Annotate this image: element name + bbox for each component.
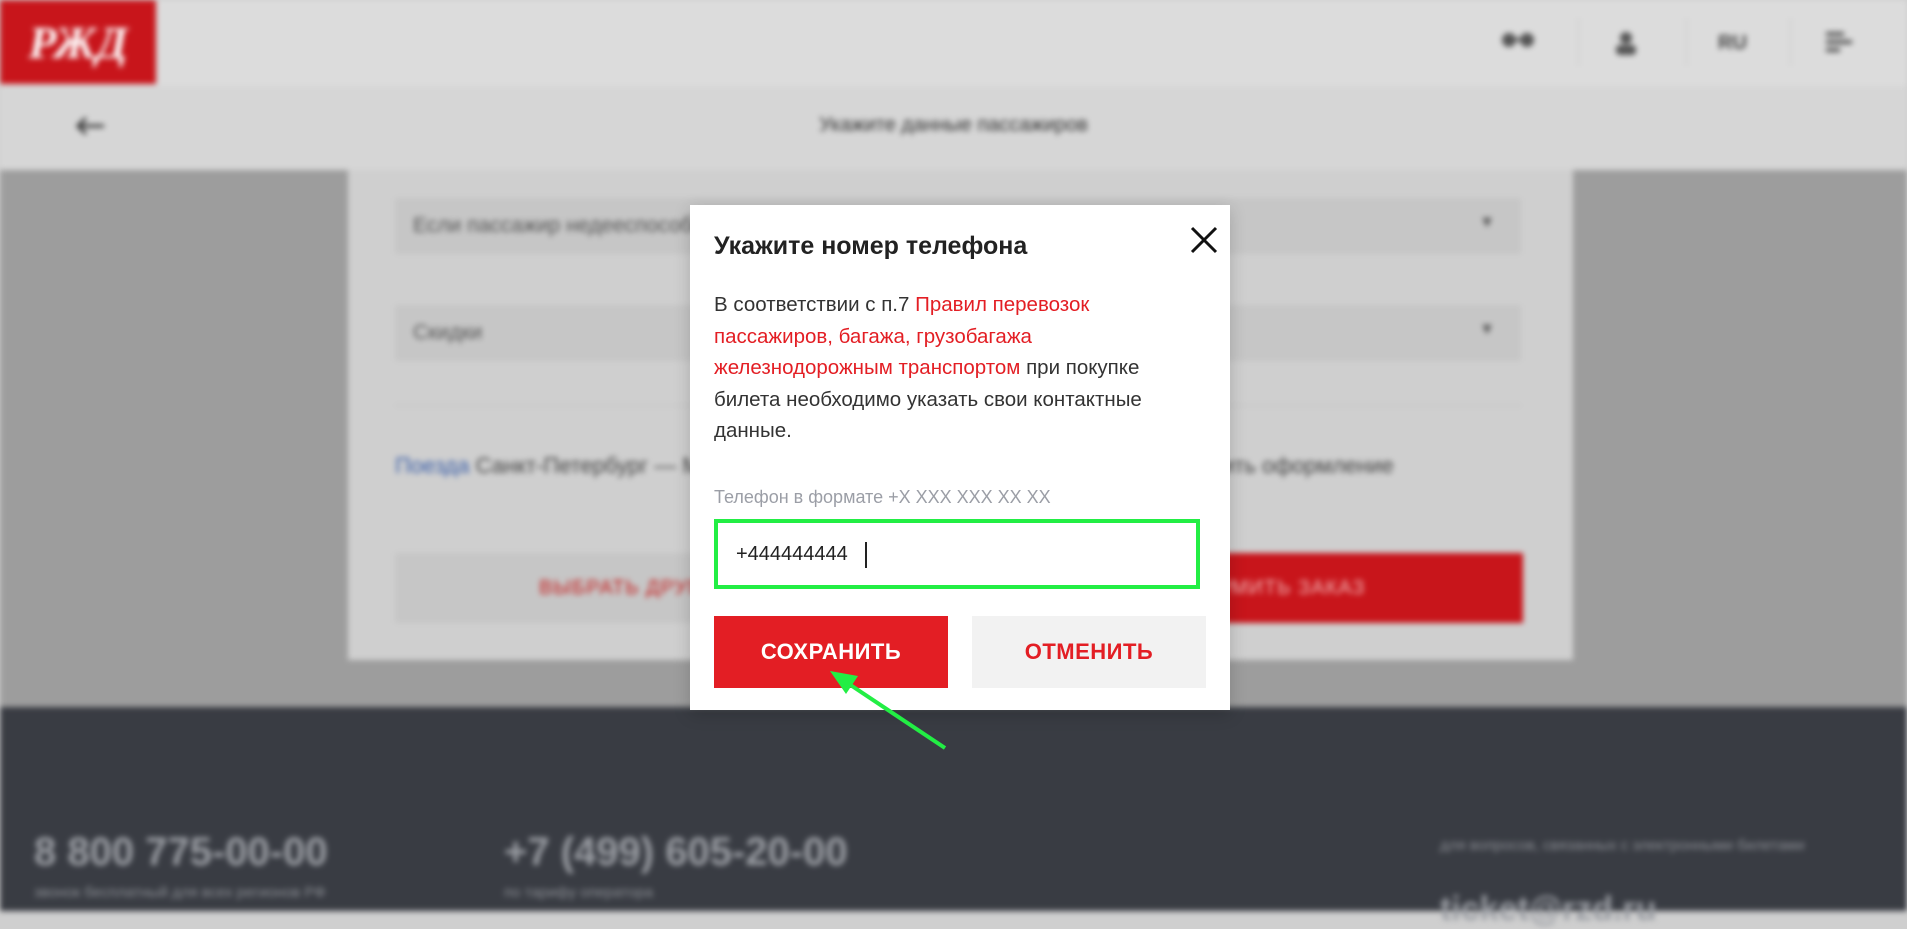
text-cursor	[865, 542, 867, 568]
disability-select-label: Если пассажир недееспособен	[413, 214, 716, 237]
language-switch[interactable]: RU	[1718, 32, 1747, 55]
footer-phone-1[interactable]: 8 800 775-00-00	[34, 830, 328, 875]
footer-phone-1-note: звонок бесплатный для всех регионов РФ	[34, 884, 326, 901]
footer-mail-note: для вопросов, связанных с электронными б…	[1440, 837, 1805, 854]
site-footer	[0, 707, 1907, 911]
phone-field-label: Телефон в формате +X XXX XXX XX XX	[714, 487, 1051, 507]
route-link[interactable]: Поезда	[395, 453, 469, 478]
glasses-icon[interactable]	[1500, 30, 1536, 56]
modal-description: В соответствии с п.7 Правил перевозок па…	[714, 289, 1206, 447]
save-button[interactable]: СОХРАНИТЬ	[714, 616, 948, 688]
discount-select-label: Скидки	[413, 321, 483, 344]
phone-field-highlight	[714, 519, 1200, 589]
footer-mail[interactable]: ticket@rzd.ru	[1440, 890, 1656, 929]
user-icon[interactable]	[1614, 30, 1638, 62]
header-divider	[1686, 18, 1687, 66]
chevron-down-icon: ▼	[1479, 214, 1495, 231]
modal-text-before: В соответствии с п.7	[714, 293, 916, 316]
menu-icon[interactable]	[1826, 30, 1852, 58]
page-title: Укажите данные пассажиров	[819, 114, 1088, 136]
header-divider	[1790, 18, 1791, 66]
cancel-button[interactable]: ОТМЕНИТЬ	[972, 616, 1206, 688]
footer-phone-2-note: по тарифу оператора	[504, 884, 654, 901]
chevron-down-icon: ▼	[1479, 321, 1495, 338]
modal-title: Укажите номер телефона	[714, 232, 1028, 260]
phone-modal: Укажите номер телефона В соответствии с …	[690, 205, 1230, 710]
phone-input[interactable]	[718, 523, 1196, 585]
header-divider	[1578, 18, 1579, 66]
footer-phone-2[interactable]: +7 (499) 605-20-00	[504, 830, 848, 875]
rzd-logo[interactable]: РЖД	[0, 0, 156, 84]
close-icon[interactable]	[1184, 220, 1224, 260]
